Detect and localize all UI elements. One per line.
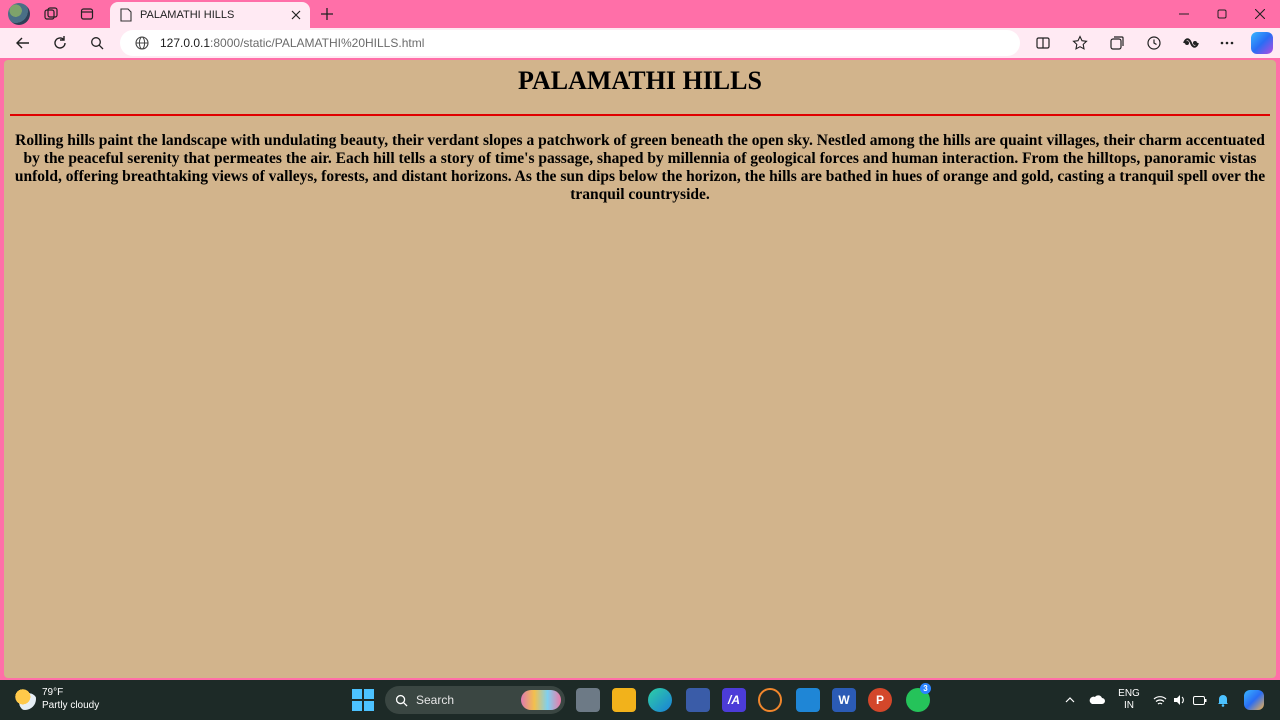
- taskbar-search[interactable]: Search: [385, 686, 565, 714]
- wifi-icon[interactable]: [1152, 686, 1168, 714]
- address-bar[interactable]: 127.0.0.1:8000/static/PALAMATHI%20HILLS.…: [120, 30, 1020, 56]
- word-icon[interactable]: W: [832, 688, 856, 712]
- maximize-icon[interactable]: [1204, 2, 1240, 26]
- whatsapp-badge: 3: [920, 683, 931, 694]
- copilot-taskbar-icon[interactable]: [1242, 686, 1266, 714]
- powerpoint-icon[interactable]: P: [868, 688, 892, 712]
- heading-divider: [10, 114, 1270, 116]
- notifications-bell-icon[interactable]: [1214, 686, 1232, 714]
- site-info-icon[interactable]: [134, 35, 150, 51]
- browser-toolbar: 127.0.0.1:8000/static/PALAMATHI%20HILLS.…: [0, 28, 1280, 58]
- taskbar-search-icon: [395, 694, 408, 707]
- show-hidden-icons-icon[interactable]: [1062, 686, 1078, 714]
- profile-avatar[interactable]: [8, 3, 30, 25]
- web-content: PALAMATHI HILLS Rolling hills paint the …: [4, 60, 1276, 678]
- visual-studio-icon[interactable]: /A: [722, 688, 746, 712]
- weather-temperature: 79°F: [42, 687, 64, 698]
- page-icon: [120, 8, 132, 22]
- copilot-icon[interactable]: [1251, 32, 1273, 54]
- taskbar: 79°F Partly cloudy Search /A W P 3 ENG I…: [0, 680, 1280, 720]
- minimize-icon[interactable]: [1166, 2, 1202, 26]
- workspaces-icon[interactable]: [40, 4, 62, 24]
- description-paragraph: Rolling hills paint the landscape with u…: [14, 132, 1266, 203]
- language-indicator[interactable]: ENG IN: [1114, 686, 1144, 714]
- active-tab[interactable]: PALAMATHI HILLS: [110, 2, 310, 28]
- jupyter-icon[interactable]: [758, 688, 782, 712]
- url-text: 127.0.0.1:8000/static/PALAMATHI%20HILLS.…: [160, 36, 424, 50]
- vscode-icon[interactable]: [796, 688, 820, 712]
- partly-cloudy-icon: [14, 688, 36, 710]
- tab-title: PALAMATHI HILLS: [140, 9, 235, 21]
- battery-icon[interactable]: [1192, 686, 1208, 714]
- favorites-icon[interactable]: [1067, 31, 1093, 55]
- refresh-icon[interactable]: [47, 31, 73, 55]
- edge-browser-icon[interactable]: [648, 688, 672, 712]
- search-icon[interactable]: [84, 31, 110, 55]
- whatsapp-icon[interactable]: 3: [906, 683, 931, 712]
- language-code: ENG: [1118, 688, 1140, 699]
- more-menu-icon[interactable]: [1214, 31, 1240, 55]
- weather-widget[interactable]: 79°F Partly cloudy: [14, 686, 99, 712]
- split-screen-icon[interactable]: [1030, 31, 1056, 55]
- history-icon[interactable]: [1141, 31, 1167, 55]
- volume-icon[interactable]: [1172, 686, 1188, 714]
- extensions-icon[interactable]: [1178, 31, 1204, 55]
- url-path: :8000/static/PALAMATHI%20HILLS.html: [210, 36, 425, 50]
- onedrive-icon[interactable]: [1088, 686, 1106, 714]
- tab-actions-icon[interactable]: [76, 4, 98, 24]
- region-code: IN: [1124, 700, 1134, 711]
- weather-description: Partly cloudy: [42, 700, 100, 711]
- page-title: PALAMATHI HILLS: [518, 66, 762, 95]
- collections-icon[interactable]: [1104, 31, 1130, 55]
- close-tab-icon[interactable]: [286, 5, 306, 25]
- back-arrow-icon[interactable]: [10, 31, 36, 55]
- task-view-icon[interactable]: [576, 688, 600, 712]
- microsoft-store-icon[interactable]: [686, 688, 710, 712]
- new-tab-icon[interactable]: [316, 4, 338, 24]
- close-window-icon[interactable]: [1242, 2, 1278, 26]
- taskbar-search-label: Search: [416, 693, 455, 707]
- browser-title-bar: PALAMATHI HILLS: [0, 0, 1280, 28]
- search-highlight-icon: [521, 690, 561, 710]
- file-explorer-icon[interactable]: [612, 688, 636, 712]
- url-host: 127.0.0.1: [160, 36, 211, 50]
- windows-start-icon[interactable]: [352, 689, 374, 711]
